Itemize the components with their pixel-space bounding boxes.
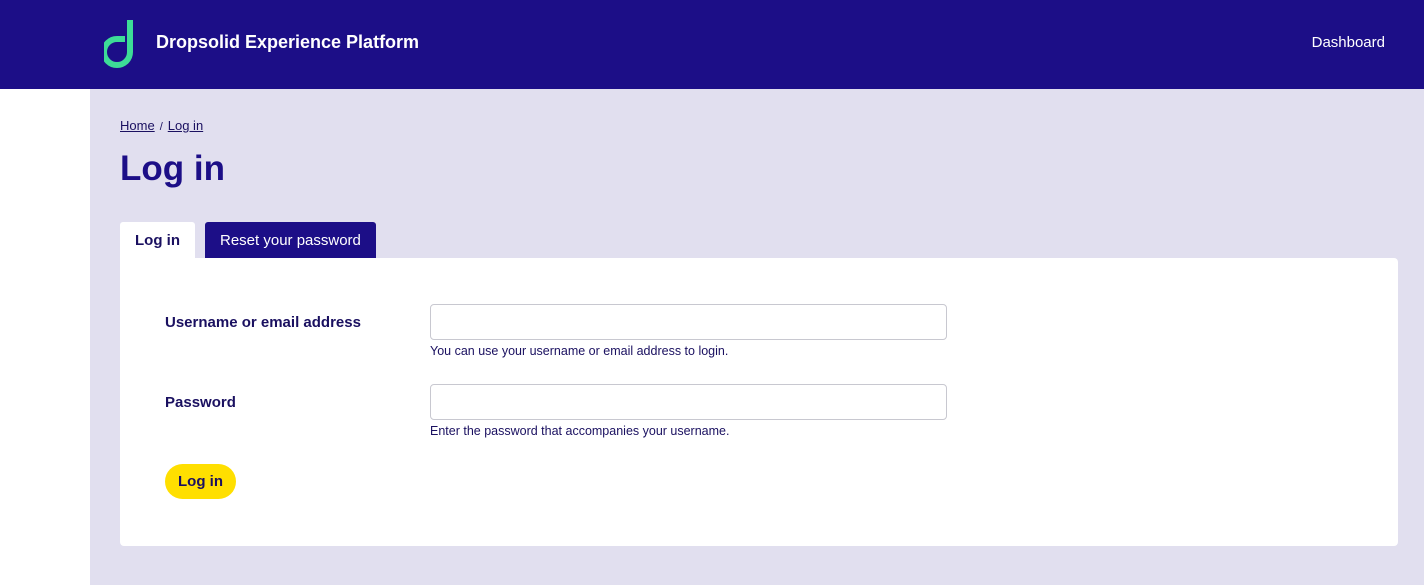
- main-content: Home / Log in Log in Log in Reset your pas…: [90, 89, 1424, 585]
- login-submit-button[interactable]: Log in: [165, 464, 236, 499]
- password-input[interactable]: [430, 384, 947, 420]
- tab-reset-password[interactable]: Reset your password: [205, 222, 376, 258]
- page-title: Log in: [120, 149, 225, 188]
- breadcrumb-separator: /: [159, 121, 163, 133]
- site-name-link[interactable]: Dropsolid Experience Platform: [156, 32, 419, 53]
- login-form: Username or email address You can use yo…: [120, 258, 1398, 546]
- dashboard-link[interactable]: Dashboard: [1312, 34, 1385, 51]
- breadcrumb-login-link[interactable]: Log in: [168, 118, 203, 133]
- dropsolid-logo-icon[interactable]: [104, 18, 140, 70]
- breadcrumb: Home / Log in: [120, 118, 203, 133]
- password-help-text: Enter the password that accompanies your…: [430, 424, 730, 438]
- username-label: Username or email address: [165, 314, 361, 331]
- breadcrumb-home-link[interactable]: Home: [120, 118, 155, 133]
- username-help-text: You can use your username or email addre…: [430, 344, 729, 358]
- username-input[interactable]: [430, 304, 947, 340]
- tab-log-in[interactable]: Log in: [120, 222, 195, 258]
- tabs: Log in Reset your password: [120, 222, 376, 258]
- site-header: Dropsolid Experience Platform Dashboard: [0, 0, 1424, 89]
- password-label: Password: [165, 394, 236, 411]
